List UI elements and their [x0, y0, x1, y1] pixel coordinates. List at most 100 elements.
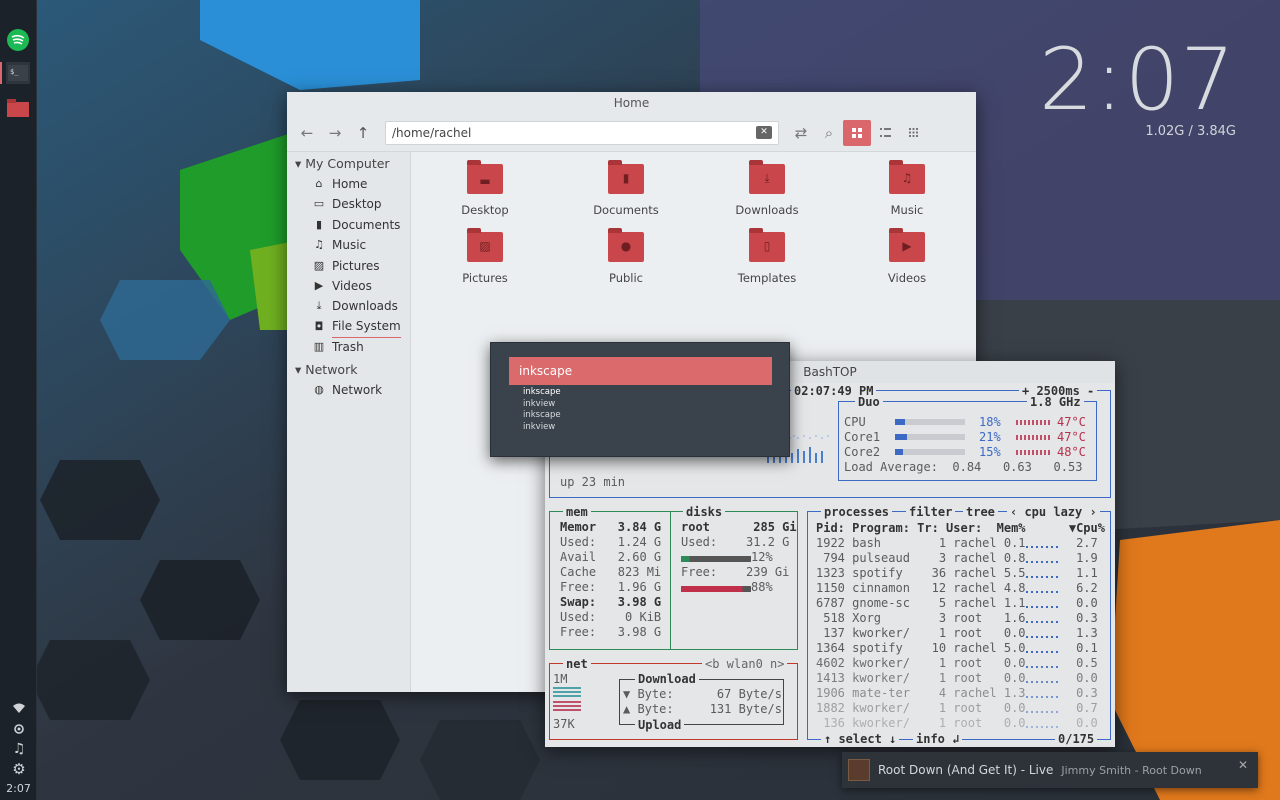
process-cpu-sparkline: [1026, 561, 1060, 563]
folder-icon: ▯: [749, 228, 785, 262]
files-launcher[interactable]: [7, 97, 29, 119]
sidebar-item-label: Network: [332, 382, 383, 397]
uptime: up 23 min: [560, 475, 626, 489]
folder-icon: ▮: [608, 160, 644, 194]
process-row[interactable]: 794 pulseaud 3 rachel 0.8 1.9: [816, 551, 1098, 566]
net-upload-label: Upload: [635, 719, 685, 732]
folder-downloads[interactable]: ⤓ Downloads: [697, 160, 837, 217]
disk-row: Free: 239 Gi: [681, 565, 790, 579]
sidebar-item-pictures[interactable]: ▨ Pictures: [287, 256, 410, 276]
sidebar-item-label: Videos: [332, 278, 372, 293]
tab-filter[interactable]: filter: [906, 506, 956, 519]
sidebar-item-desktop[interactable]: ▭ Desktop: [287, 194, 410, 214]
net-interface-selector[interactable]: <b wlan0 n>: [702, 658, 788, 671]
net-download-label: Download: [635, 673, 699, 686]
desktop-clock-widget: 2:07 1.02G / 3.84G: [1039, 30, 1236, 139]
net-download-rate: ▼ Byte: 67 Byte/s: [623, 687, 782, 701]
notification-subtitle: Jimmy Smith - Root Down: [1061, 763, 1202, 777]
process-row[interactable]: 1364 spotify 10 rachel 5.0 0.1: [816, 641, 1098, 656]
process-info-control[interactable]: info ↲: [913, 733, 963, 746]
clear-location-icon[interactable]: ✕: [756, 125, 772, 139]
spotify-icon: [7, 29, 29, 51]
sidebar-item-label: Desktop: [332, 197, 382, 212]
wifi-icon[interactable]: [10, 702, 28, 717]
sidebar-item-downloads[interactable]: ⤓ Downloads: [287, 296, 410, 316]
sidebar-item-trash[interactable]: ▥ Trash: [287, 337, 410, 357]
cpu-usage-bar: [895, 434, 965, 440]
process-select-control[interactable]: ↑ select ↓: [821, 733, 900, 746]
process-row[interactable]: 1922 bash 1 rachel 0.1 2.7: [816, 536, 1098, 551]
process-row[interactable]: 1150 cinnamon 12 rachel 4.8 6.2: [816, 581, 1098, 596]
cpu-row-percent: 15%: [979, 445, 1001, 459]
launcher-result[interactable]: inkscape: [523, 387, 561, 399]
launcher-result[interactable]: inkview: [523, 399, 561, 411]
sidebar-section-my-computer[interactable]: ▾ My Computer: [287, 154, 410, 174]
process-count: 0/175: [1055, 733, 1098, 746]
folder-desktop[interactable]: ▬ Desktop: [415, 160, 555, 217]
process-row[interactable]: 4602 kworker/ 1 root 0.0 0.5: [816, 656, 1098, 671]
process-row[interactable]: 136 kworker/ 1 root 0.0 0.0: [816, 716, 1098, 731]
close-icon[interactable]: ✕: [1238, 758, 1248, 772]
location-bar[interactable]: /home/rachel ✕: [385, 120, 779, 145]
sidebar-item-music[interactable]: ♫ Music: [287, 235, 410, 255]
process-row[interactable]: 1323 spotify 36 rachel 5.5 1.1: [816, 566, 1098, 581]
tab-tree[interactable]: tree: [963, 506, 998, 519]
launcher-result[interactable]: inkscape: [523, 410, 561, 422]
sidebar-item-file-system[interactable]: ◘ File System: [287, 317, 410, 338]
cpu-row-percent: 21%: [979, 430, 1001, 444]
process-row[interactable]: 6787 gnome-sc 5 rachel 1.1 0.0: [816, 596, 1098, 611]
folder-public[interactable]: ● Public: [556, 228, 696, 285]
disk-row: 12%: [751, 550, 773, 564]
brightness-icon[interactable]: [10, 722, 28, 739]
sidebar-item-home[interactable]: ⌂ Home: [287, 174, 410, 194]
folder-music[interactable]: ♫ Music: [837, 160, 977, 217]
mem-row: Free: 1.96 G: [560, 580, 662, 594]
folder-pictures[interactable]: ▨ Pictures: [415, 228, 555, 285]
sidebar-item-videos[interactable]: ▶ Videos: [287, 276, 410, 296]
back-button[interactable]: ←: [293, 120, 321, 146]
mem-row: Swap: 3.98 G: [560, 595, 662, 609]
settings-gear-icon[interactable]: ⚙: [10, 760, 28, 778]
launcher-query-input[interactable]: inkscape: [509, 357, 772, 385]
spotify-launcher[interactable]: [7, 29, 29, 51]
folder-label: Music: [890, 203, 924, 217]
music-notification[interactable]: Root Down (And Get It) - Live Jimmy Smit…: [842, 752, 1258, 788]
tab-sorting[interactable]: ‹ cpu lazy ›: [1007, 506, 1100, 519]
launcher-result[interactable]: inkview: [523, 422, 561, 434]
compact-view-button[interactable]: [899, 120, 927, 146]
terminal-launcher[interactable]: $_: [6, 62, 30, 84]
process-row[interactable]: 518 Xorg 3 root 1.6 0.3: [816, 611, 1098, 626]
video-icon: ▶: [314, 278, 324, 292]
icon-view-button[interactable]: [843, 119, 871, 146]
sidebar-section-network[interactable]: ▾ Network: [287, 360, 410, 380]
toggle-location-button[interactable]: ⇄: [787, 120, 815, 146]
music-icon[interactable]: ♫: [10, 741, 28, 757]
mem-row: Memor 3.84 G: [560, 520, 662, 534]
sidebar: ▾ My Computer ⌂ Home ▭ Desktop ▮ Documents …: [287, 152, 411, 692]
list-view-button[interactable]: [871, 120, 899, 146]
sidebar-item-documents[interactable]: ▮ Documents: [287, 215, 410, 235]
app-launcher-popup: inkscape inkscape inkview inkscape inkvi…: [490, 342, 790, 457]
mem-row: Used: 1.24 G: [560, 535, 662, 549]
sidebar-item-network[interactable]: ◍ Network: [287, 380, 410, 400]
tab-processes[interactable]: processes: [821, 506, 893, 519]
network-globe-icon: ◍: [314, 382, 324, 396]
net-upload-rate: ▲ Byte: 131 Byte/s: [623, 702, 782, 716]
forward-button[interactable]: →: [321, 120, 349, 146]
folder-documents[interactable]: ▮ Documents: [556, 160, 696, 217]
search-icon[interactable]: ⌕: [815, 120, 843, 146]
process-row[interactable]: 1906 mate-ter 4 rachel 1.3 0.3: [816, 686, 1098, 701]
music-icon: ♫: [314, 238, 324, 252]
sidebar-section-label: My Computer: [305, 156, 390, 171]
cpu-usage-fill: [895, 419, 906, 425]
cpu-temp-graph: [1016, 420, 1052, 425]
folder-label: Desktop: [461, 203, 509, 217]
up-button[interactable]: ↑: [349, 120, 377, 146]
cpu-name: Duo: [855, 396, 883, 409]
folder-templates[interactable]: ▯ Templates: [697, 228, 837, 285]
drive-icon: ◘: [314, 319, 324, 333]
folder-videos[interactable]: ▶ Videos: [837, 228, 977, 285]
process-row[interactable]: 1413 kworker/ 1 root 0.0 0.0: [816, 671, 1098, 686]
process-row[interactable]: 1882 kworker/ 1 root 0.0 0.7: [816, 701, 1098, 716]
process-row[interactable]: 137 kworker/ 1 root 0.0 1.3: [816, 626, 1098, 641]
